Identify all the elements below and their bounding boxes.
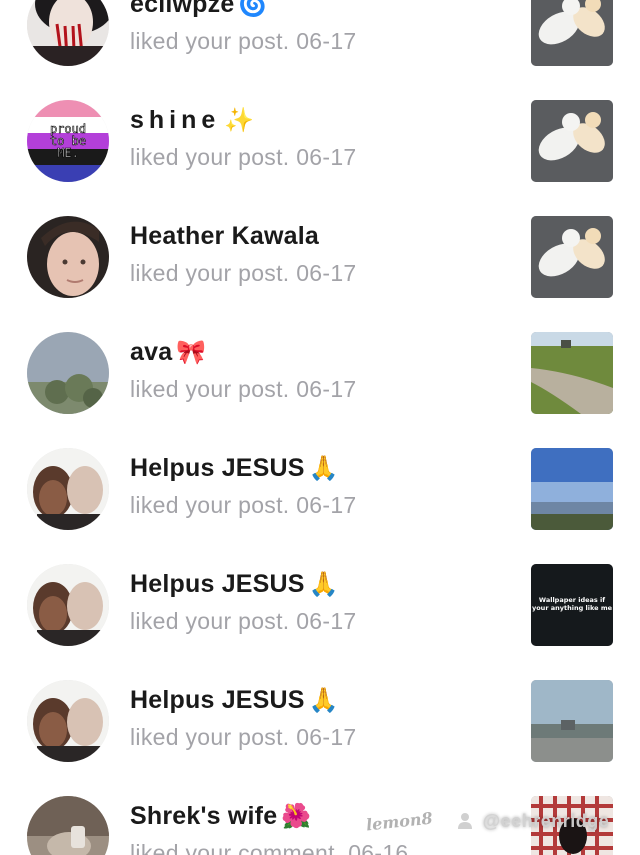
watermark-handle: @eehrenridge xyxy=(482,810,610,831)
thumbnail-text: your anything like me xyxy=(532,604,613,612)
name-emoji: 🌀 xyxy=(238,0,269,18)
avatar[interactable] xyxy=(27,564,109,646)
avatar[interactable] xyxy=(27,0,109,66)
name-emoji: 🌺 xyxy=(281,802,312,830)
notification-row[interactable]: ava 🎀 liked your post. 06-17 xyxy=(0,314,640,430)
avatar-text: ME. xyxy=(57,146,79,160)
action-text: liked your post. xyxy=(130,492,290,518)
avatar[interactable] xyxy=(27,680,109,762)
couple-selfie-avatar-photo-icon xyxy=(27,680,109,762)
cats-playing-thumbnail-icon xyxy=(531,100,613,182)
avatar[interactable] xyxy=(27,216,109,298)
date-text: 06-17 xyxy=(296,144,357,170)
child-face-avatar-photo-icon xyxy=(27,216,109,298)
notification-row[interactable]: Heather Kawala liked your post. 06-17 xyxy=(0,198,640,314)
avatar[interactable] xyxy=(27,448,109,530)
user-name[interactable]: Shrek's wife xyxy=(130,802,277,830)
name-emoji: 🙏 xyxy=(308,686,339,714)
date-text: 06-17 xyxy=(296,376,357,402)
notification-row[interactable]: proud to be ME. shine ✨ liked your post. … xyxy=(0,82,640,198)
date-text: 06-17 xyxy=(296,608,357,634)
name-emoji: 🙏 xyxy=(308,454,339,482)
post-thumbnail[interactable] xyxy=(531,100,613,182)
user-name[interactable]: ecliwpze xyxy=(130,0,234,18)
post-thumbnail[interactable] xyxy=(531,332,613,414)
notification-row[interactable]: ecliwpze 🌀 liked your post. 06-17 xyxy=(0,0,640,82)
user-name[interactable]: Helpus JESUS xyxy=(130,570,305,598)
action-text: liked your post. xyxy=(130,608,290,634)
notification-row[interactable]: Helpus JESUS 🙏 liked your post. 06-17 xyxy=(0,430,640,546)
post-thumbnail[interactable]: Wallpaper ideas if your anything like me xyxy=(531,564,613,646)
field-road-thumbnail-icon xyxy=(531,332,613,414)
sky-tree-avatar-photo-icon xyxy=(27,332,109,414)
action-text: liked your post. xyxy=(130,260,290,286)
notification-list: ecliwpze 🌀 liked your post. 06-17 proud … xyxy=(0,0,640,855)
cats-playing-thumbnail-icon xyxy=(531,0,613,66)
user-name[interactable]: shine xyxy=(130,106,220,134)
couple-selfie-avatar-photo-icon xyxy=(27,448,109,530)
thumbnail-text: Wallpaper ideas if xyxy=(539,596,605,604)
user-name[interactable]: Helpus JESUS xyxy=(130,454,305,482)
post-thumbnail[interactable] xyxy=(531,448,613,530)
action-text: liked your comment. xyxy=(130,840,342,855)
date-text: 06-17 xyxy=(296,724,357,750)
avatar[interactable] xyxy=(27,796,109,855)
post-thumbnail[interactable] xyxy=(531,680,613,762)
date-text: 06-17 xyxy=(296,492,357,518)
proud-to-be-me-flag-avatar-icon: proud to be ME. xyxy=(27,100,109,182)
action-text: liked your post. xyxy=(130,376,290,402)
action-text: liked your post. xyxy=(130,144,290,170)
date-text: 06-17 xyxy=(296,28,357,54)
lake-sky-thumbnail-icon xyxy=(531,448,613,530)
cats-playing-thumbnail-icon xyxy=(531,216,613,298)
lemon8-logo: lemon8 xyxy=(365,808,434,834)
dark-wallpaper-thumbnail-icon: Wallpaper ideas if your anything like me xyxy=(531,564,613,646)
name-emoji: 🎀 xyxy=(176,338,207,366)
notifications-screen: ecliwpze 🌀 liked your post. 06-17 proud … xyxy=(0,0,640,855)
date-text: 06-17 xyxy=(296,260,357,286)
lemon8-watermark: lemon8 @eehrenridge xyxy=(365,806,610,836)
red-drip-avatar-photo-icon xyxy=(27,0,109,66)
couple-selfie-avatar-photo-icon xyxy=(27,564,109,646)
user-name[interactable]: Helpus JESUS xyxy=(130,686,305,714)
highway-sky-thumbnail-icon xyxy=(531,680,613,762)
avatar[interactable] xyxy=(27,332,109,414)
post-thumbnail[interactable] xyxy=(531,0,613,66)
user-name[interactable]: Heather Kawala xyxy=(130,222,319,250)
action-text: liked your post. xyxy=(130,724,290,750)
bathroom-mirror-avatar-photo-icon xyxy=(27,796,109,855)
user-icon xyxy=(457,813,472,829)
name-emoji: 🙏 xyxy=(308,570,339,598)
action-text: liked your post. xyxy=(130,28,290,54)
notification-row[interactable]: Helpus JESUS 🙏 liked your post. 06-17 Wal… xyxy=(0,546,640,662)
avatar[interactable]: proud to be ME. xyxy=(27,100,109,182)
notification-row[interactable]: Helpus JESUS 🙏 liked your post. 06-17 xyxy=(0,662,640,778)
name-emoji: ✨ xyxy=(224,106,260,134)
date-text: 06-16 xyxy=(348,840,409,855)
user-name[interactable]: ava xyxy=(130,338,172,366)
post-thumbnail[interactable] xyxy=(531,216,613,298)
